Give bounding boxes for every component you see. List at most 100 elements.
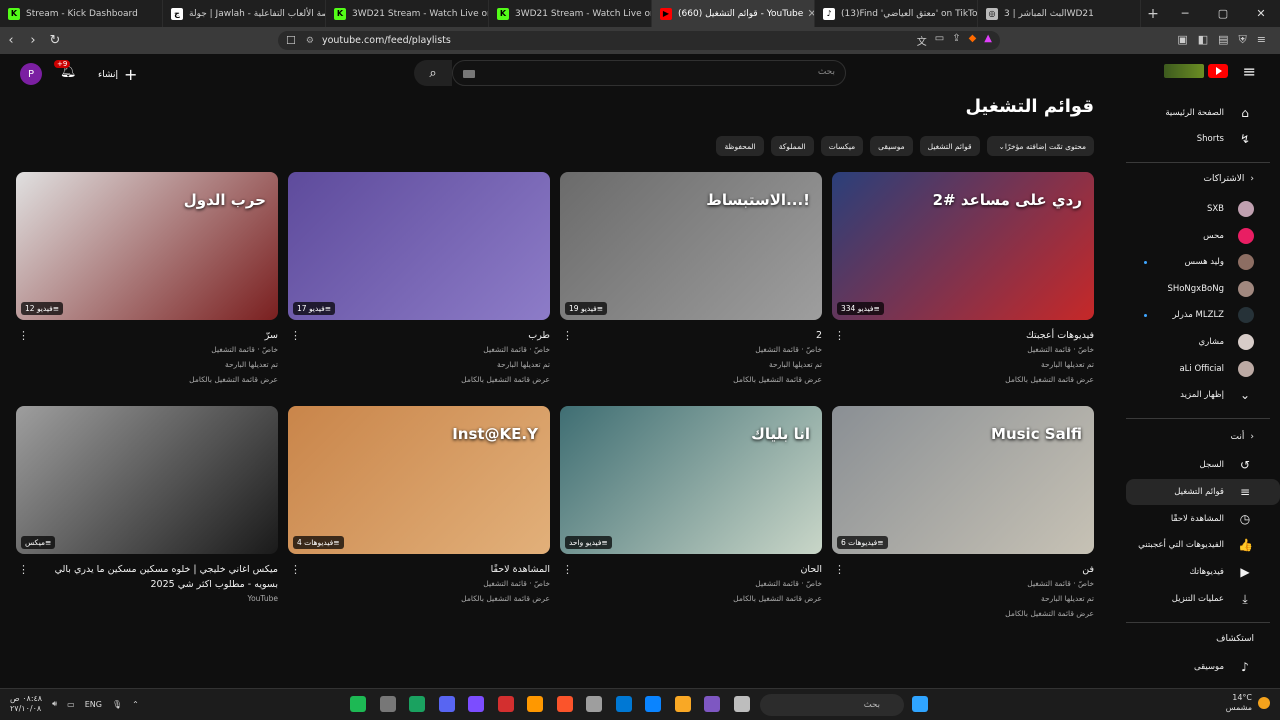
view-full-playlist-link[interactable]: عرض قائمة التشغيل بالكامل xyxy=(310,375,550,384)
playlist-card[interactable]: الاستبساط...! 19 فيديو≡ 2 ⋮ خاصّ · قائمة ال… xyxy=(560,172,822,384)
xbox-icon[interactable] xyxy=(350,696,366,712)
browser-tab[interactable]: ♪ (13)Find 'معتق العياضي' on TikTok | Ti xyxy=(815,0,978,27)
bookmark-icon[interactable]: ☐ xyxy=(286,34,296,47)
forward-button[interactable]: › xyxy=(22,33,44,48)
create-button[interactable]: إنشاء + xyxy=(98,65,137,84)
sidebar-item[interactable]: ⌂ الصفحة الرئيسية xyxy=(1126,100,1280,126)
obs-icon[interactable] xyxy=(379,696,396,712)
browser-tab[interactable]: K Stream - Kick Dashboard xyxy=(0,0,163,27)
sidebar-channel[interactable]: محس xyxy=(1126,223,1280,249)
more-options-icon[interactable]: ⋮ xyxy=(562,329,573,342)
app-icon[interactable] xyxy=(409,696,425,712)
chrome-canary-icon[interactable] xyxy=(527,696,543,712)
browser-tab[interactable]: ◎ البث المباشر | 3WD21 xyxy=(978,0,1141,27)
more-options-icon[interactable]: ⋮ xyxy=(562,563,573,576)
notepad-icon[interactable] xyxy=(733,696,750,712)
maximize-button[interactable]: ▢ xyxy=(1204,7,1242,20)
playlist-thumbnail[interactable]: Music Salfi 6 فيديوهات≡ xyxy=(832,406,1094,554)
playlist-thumbnail[interactable]: 17 فيديو≡ xyxy=(288,172,550,320)
search-button[interactable]: ⌕ xyxy=(414,60,452,86)
playlist-thumbnail[interactable]: حرب الدول 12 فيديو≡ xyxy=(16,172,278,320)
playlist-title[interactable]: ميكس اغاني خليجي | خلوه مسكين مسكين ما ي… xyxy=(38,562,278,592)
tab-close-icon[interactable]: ✕ xyxy=(803,7,814,20)
playlist-card[interactable]: انا بلياك فيديو واحد≡ الحان ⋮ خاصّ · قائمة … xyxy=(560,406,822,606)
playlist-card[interactable]: Music Salfi 6 فيديوهات≡ فن ⋮ خاصّ · قائمة ا… xyxy=(832,406,1094,618)
start-button-icon[interactable] xyxy=(912,696,928,712)
taskbar-search[interactable]: بحث xyxy=(760,694,904,716)
search-input[interactable]: بحث xyxy=(452,60,846,86)
address-bar[interactable]: ☐ ⚙ youtube.com/feed/playlists xyxy=(278,31,1000,50)
playlist-card[interactable]: 17 فيديو≡ طرب ⋮ خاصّ · قائمة التشغيل تم تعد… xyxy=(288,172,550,384)
browser-tab[interactable]: K 3WD21 Stream - Watch Live on K xyxy=(326,0,489,27)
sidebar-channel[interactable]: مشاري xyxy=(1126,329,1280,355)
reload-button[interactable]: ↻ xyxy=(44,33,66,48)
view-full-playlist-link[interactable]: عرض قائمة التشغيل بالكامل xyxy=(582,375,822,384)
language-indicator[interactable]: ENG xyxy=(85,700,102,709)
sidebar-item[interactable]: ≡ قوائم التشغيل xyxy=(1126,478,1280,505)
playlist-thumbnail[interactable]: Inst@KE.Y 4 فيديوهات≡ xyxy=(288,406,550,554)
playlist-title[interactable]: فيديوهات أعجبتك xyxy=(854,328,1094,343)
volume-icon[interactable]: 🔊︎ xyxy=(52,699,57,709)
more-options-icon[interactable]: ⋮ xyxy=(834,563,845,576)
sidebar-item[interactable]: ▶ فيديوهاتك xyxy=(1126,559,1280,585)
view-full-playlist-link[interactable]: عرض قائمة التشغيل بالكامل xyxy=(854,375,1094,384)
sidebar-item[interactable]: ⌄ إظهار المزيد xyxy=(1126,382,1280,408)
share-icon[interactable]: ⇪ xyxy=(952,33,960,48)
weather-widget[interactable]: 14°C مشمس xyxy=(1226,693,1270,713)
sidebar-channel[interactable]: SHoNgxBoNg xyxy=(1126,276,1280,302)
sidebar-toggle-icon[interactable]: ◧ xyxy=(1198,33,1208,47)
sidebar-channel[interactable]: aLi Official xyxy=(1126,356,1280,382)
vpn-icon[interactable]: ⛨ xyxy=(1239,33,1247,47)
more-options-icon[interactable]: ⋮ xyxy=(290,329,301,342)
brave-shield-icon[interactable]: ◆ xyxy=(969,33,977,48)
calculator-icon[interactable] xyxy=(586,696,602,712)
more-options-icon[interactable]: ⋮ xyxy=(18,329,29,342)
network-icon[interactable]: ▭ xyxy=(67,700,75,709)
new-tab-button[interactable]: + xyxy=(1141,6,1165,22)
playlist-title[interactable]: الحان xyxy=(582,562,822,577)
discord-icon[interactable] xyxy=(438,696,455,712)
filter-chip[interactable]: ميكسات xyxy=(820,136,864,156)
playlist-thumbnail[interactable]: ردي على مساعد #2 334 فيديو≡ xyxy=(832,172,1094,320)
playlist-thumbnail[interactable]: انا بلياك فيديو واحد≡ xyxy=(560,406,822,554)
outlook-icon[interactable] xyxy=(615,696,632,712)
avatar[interactable]: P xyxy=(20,63,42,85)
filter-chip[interactable]: موسيقى xyxy=(870,136,913,156)
playlist-title[interactable]: فن xyxy=(854,562,1094,577)
keyboard-icon[interactable] xyxy=(463,70,475,78)
edge-icon[interactable] xyxy=(645,696,661,712)
view-full-playlist-link[interactable]: عرض قائمة التشغيل بالكامل xyxy=(854,609,1094,618)
more-options-icon[interactable]: ⋮ xyxy=(834,329,845,342)
playlist-card[interactable]: حرب الدول 12 فيديو≡ سرّ ⋮ خاصّ · قائمة التش… xyxy=(16,172,278,384)
you-header[interactable]: أنت › xyxy=(1231,432,1254,442)
wallet-icon[interactable]: ▤ xyxy=(1218,33,1228,47)
view-full-playlist-link[interactable]: عرض قائمة التشغيل بالكامل xyxy=(582,594,822,603)
minimize-button[interactable]: ─ xyxy=(1166,7,1204,20)
sidebar-item[interactable]: ◷ المشاهدة لاحقًا xyxy=(1126,506,1280,532)
playlist-card[interactable]: Inst@KE.Y 4 فيديوهات≡ المشاهدة لاحقًا ⋮ خاص… xyxy=(288,406,550,606)
sidebar-item[interactable]: ↯ Shorts xyxy=(1126,126,1280,152)
filter-chip[interactable]: قوائم التشغيل xyxy=(919,136,980,156)
translate-icon[interactable]: 文 xyxy=(917,33,927,48)
tab-search-icon[interactable]: ▣ xyxy=(1177,33,1187,47)
playlist-card[interactable]: ميكس≡ ميكس اغاني خليجي | خلوه مسكين مسكي… xyxy=(16,406,278,606)
playlist-title[interactable]: سرّ xyxy=(38,328,278,343)
playlist-card[interactable]: ردي على مساعد #2 334 فيديو≡ فيديوهات أعجب… xyxy=(832,172,1094,384)
cast-icon[interactable]: ▭ xyxy=(935,33,944,48)
filter-chip[interactable]: المملوكة xyxy=(770,136,814,156)
brave-icon[interactable] xyxy=(556,696,573,712)
browser-menu-icon[interactable]: ≡ xyxy=(1257,33,1266,47)
playlist-thumbnail[interactable]: الاستبساط...! 19 فيديو≡ xyxy=(560,172,822,320)
sidebar-item[interactable]: 👍 الفيديوهات التي أعجبتني xyxy=(1126,532,1280,558)
view-full-playlist-link[interactable]: عرض قائمة التشغيل بالكامل xyxy=(38,375,278,384)
filter-chip[interactable]: ⌄ محتوى تمّت إضافته مؤخرًا xyxy=(986,136,1094,156)
sidebar-channel[interactable]: وليد هسس xyxy=(1126,249,1280,275)
sidebar-item[interactable]: ↺ السجل xyxy=(1126,452,1280,478)
back-button[interactable]: ‹ xyxy=(0,33,22,48)
sidebar-channel[interactable]: مذرلر MLZLZ xyxy=(1126,302,1280,328)
more-options-icon[interactable]: ⋮ xyxy=(290,563,301,576)
rewards-icon[interactable]: ▲ xyxy=(984,33,992,48)
tray-expand-icon[interactable]: ⌃ xyxy=(132,700,139,709)
more-options-icon[interactable]: ⋮ xyxy=(18,563,29,576)
adobe-icon[interactable] xyxy=(497,696,514,712)
